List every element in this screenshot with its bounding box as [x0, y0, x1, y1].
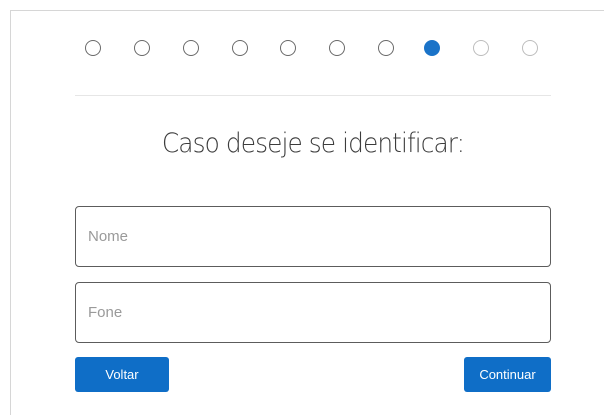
phone-input[interactable]: [75, 282, 551, 343]
step-dot-5: [280, 40, 296, 56]
step-dot-10: [522, 40, 538, 56]
step-dot-9: [473, 40, 489, 56]
step-dot-3: [183, 40, 199, 56]
step-dot-2: [134, 40, 150, 56]
step-dot-6: [329, 40, 345, 56]
step-dot-7: [378, 40, 394, 56]
step-indicator: [0, 0, 604, 100]
page-title: Caso deseje se identificar:: [161, 128, 465, 159]
step-dot-4: [232, 40, 248, 56]
back-button[interactable]: Voltar: [75, 357, 169, 392]
name-input[interactable]: [75, 206, 551, 267]
continue-button[interactable]: Continuar: [464, 357, 551, 392]
header-divider: [75, 95, 551, 96]
step-dot-1: [85, 40, 101, 56]
step-dot-8-current: [424, 40, 440, 56]
